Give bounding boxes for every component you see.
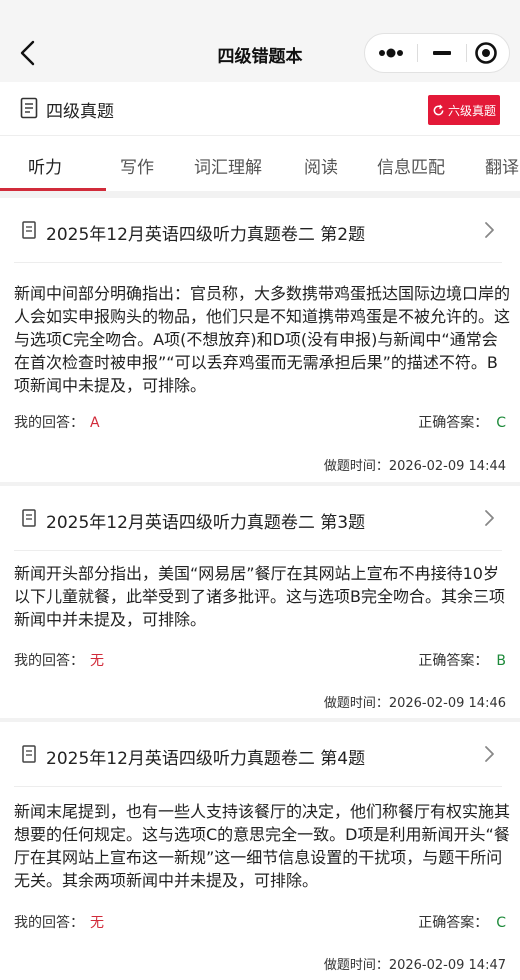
answer-time: 做题时间：2026-02-09 14:46 xyxy=(324,692,506,711)
correct-answer: 正确答案： B xyxy=(418,650,506,670)
tab-writing[interactable]: 写作 xyxy=(120,153,154,178)
minimize-button[interactable] xyxy=(418,34,466,72)
my-answer-label: 我的回答： xyxy=(14,915,84,931)
tab-listening[interactable]: 听力 xyxy=(28,153,62,178)
category-tabs: 听力 写作 词汇理解 阅读 信息匹配 翻译 xyxy=(0,136,520,191)
correct-answer-label: 正确答案： xyxy=(418,415,489,431)
question-title: 2025年12月英语四级听力真题卷二 第2题 xyxy=(46,225,366,245)
document-icon xyxy=(22,509,36,527)
question-title-row[interactable]: 2025年12月英语四级听力真题卷二 第3题 xyxy=(0,486,520,550)
correct-answer-label: 正确答案： xyxy=(418,915,489,931)
question-title: 2025年12月英语四级听力真题卷二 第4题 xyxy=(46,749,366,769)
more-dots-icon xyxy=(379,48,403,58)
time-label: 做题时间： xyxy=(323,958,389,973)
tab-vocabulary[interactable]: 词汇理解 xyxy=(194,153,262,178)
question-title-row[interactable]: 2025年12月英语四级听力真题卷二 第4题 xyxy=(0,722,520,786)
my-answer: 我的回答： A xyxy=(14,412,100,432)
target-circle-icon xyxy=(475,42,497,64)
tab-translation[interactable]: 翻译 xyxy=(485,153,519,178)
document-icon xyxy=(22,221,36,239)
my-answer: 我的回答： 无 xyxy=(14,912,104,932)
active-tab-indicator xyxy=(0,188,106,191)
document-icon xyxy=(22,745,36,763)
minus-icon xyxy=(433,51,451,55)
explanation-text: 新闻中间部分明确指出：官员称，大多数携带鸡蛋抵达国际边境口岸的人会如实申报购头的… xyxy=(14,284,511,395)
time-label: 做题时间： xyxy=(323,459,389,474)
exam-type-title: 四级真题 xyxy=(46,102,114,122)
wrong-question-card: 2025年12月英语四级听力真题卷二 第2题 新闻中间部分明确指出：官员称，大多… xyxy=(0,198,520,482)
question-title-row[interactable]: 2025年12月英语四级听力真题卷二 第2题 xyxy=(0,198,520,262)
correct-answer-value: C xyxy=(496,915,506,931)
explanation-text: 新闻末尾提到，也有一些人支持该餐厅的决定，他们称餐厅有权实施其想要的任何规定。这… xyxy=(14,802,511,890)
wrong-question-card: 2025年12月英语四级听力真题卷二 第4题 新闻末尾提到，也有一些人支持该餐厅… xyxy=(0,722,520,980)
answer-time: 做题时间：2026-02-09 14:44 xyxy=(324,455,506,474)
time-value: 2026-02-09 14:47 xyxy=(388,958,506,973)
close-button[interactable] xyxy=(462,34,510,72)
switch-to-cet6-button[interactable]: 六级真题 xyxy=(428,95,500,125)
my-answer-value: A xyxy=(90,415,100,431)
answer-time: 做题时间：2026-02-09 14:47 xyxy=(324,954,506,973)
divider xyxy=(14,786,502,787)
chevron-right-icon xyxy=(485,222,494,238)
mini-program-capsule xyxy=(364,33,510,73)
refresh-icon xyxy=(433,104,444,115)
my-answer-label: 我的回答： xyxy=(14,653,84,669)
time-value: 2026-02-09 14:44 xyxy=(388,459,506,474)
tab-matching[interactable]: 信息匹配 xyxy=(377,153,445,178)
time-label: 做题时间： xyxy=(323,696,389,711)
more-button[interactable] xyxy=(367,34,415,72)
my-answer-label: 我的回答： xyxy=(14,415,84,431)
correct-answer-label: 正确答案： xyxy=(418,653,489,669)
chevron-right-icon xyxy=(485,746,494,762)
navigation-bar: 四级错题本 xyxy=(0,0,520,82)
chevron-right-icon xyxy=(485,510,494,526)
my-answer-value: 无 xyxy=(90,915,104,931)
document-icon xyxy=(20,97,38,119)
my-answer-value: 无 xyxy=(90,653,104,669)
correct-answer: 正确答案： C xyxy=(418,912,506,932)
tab-reading[interactable]: 阅读 xyxy=(304,153,338,178)
correct-answer-value: C xyxy=(496,415,506,431)
divider xyxy=(14,550,502,551)
correct-answer-value: B xyxy=(496,653,506,669)
question-title: 2025年12月英语四级听力真题卷二 第3题 xyxy=(46,513,366,533)
switch-label: 六级真题 xyxy=(447,103,496,118)
correct-answer: 正确答案： C xyxy=(418,412,506,432)
wrong-question-card: 2025年12月英语四级听力真题卷二 第3题 新闻开头部分指出，美国“网易居”餐… xyxy=(0,486,520,718)
divider xyxy=(14,262,502,263)
explanation-text: 新闻开头部分指出，美国“网易居”餐厅在其网站上宣布不冉接待10岁以下儿童就餐，此… xyxy=(14,564,505,629)
time-value: 2026-02-09 14:46 xyxy=(388,696,506,711)
my-answer: 我的回答： 无 xyxy=(14,650,104,670)
